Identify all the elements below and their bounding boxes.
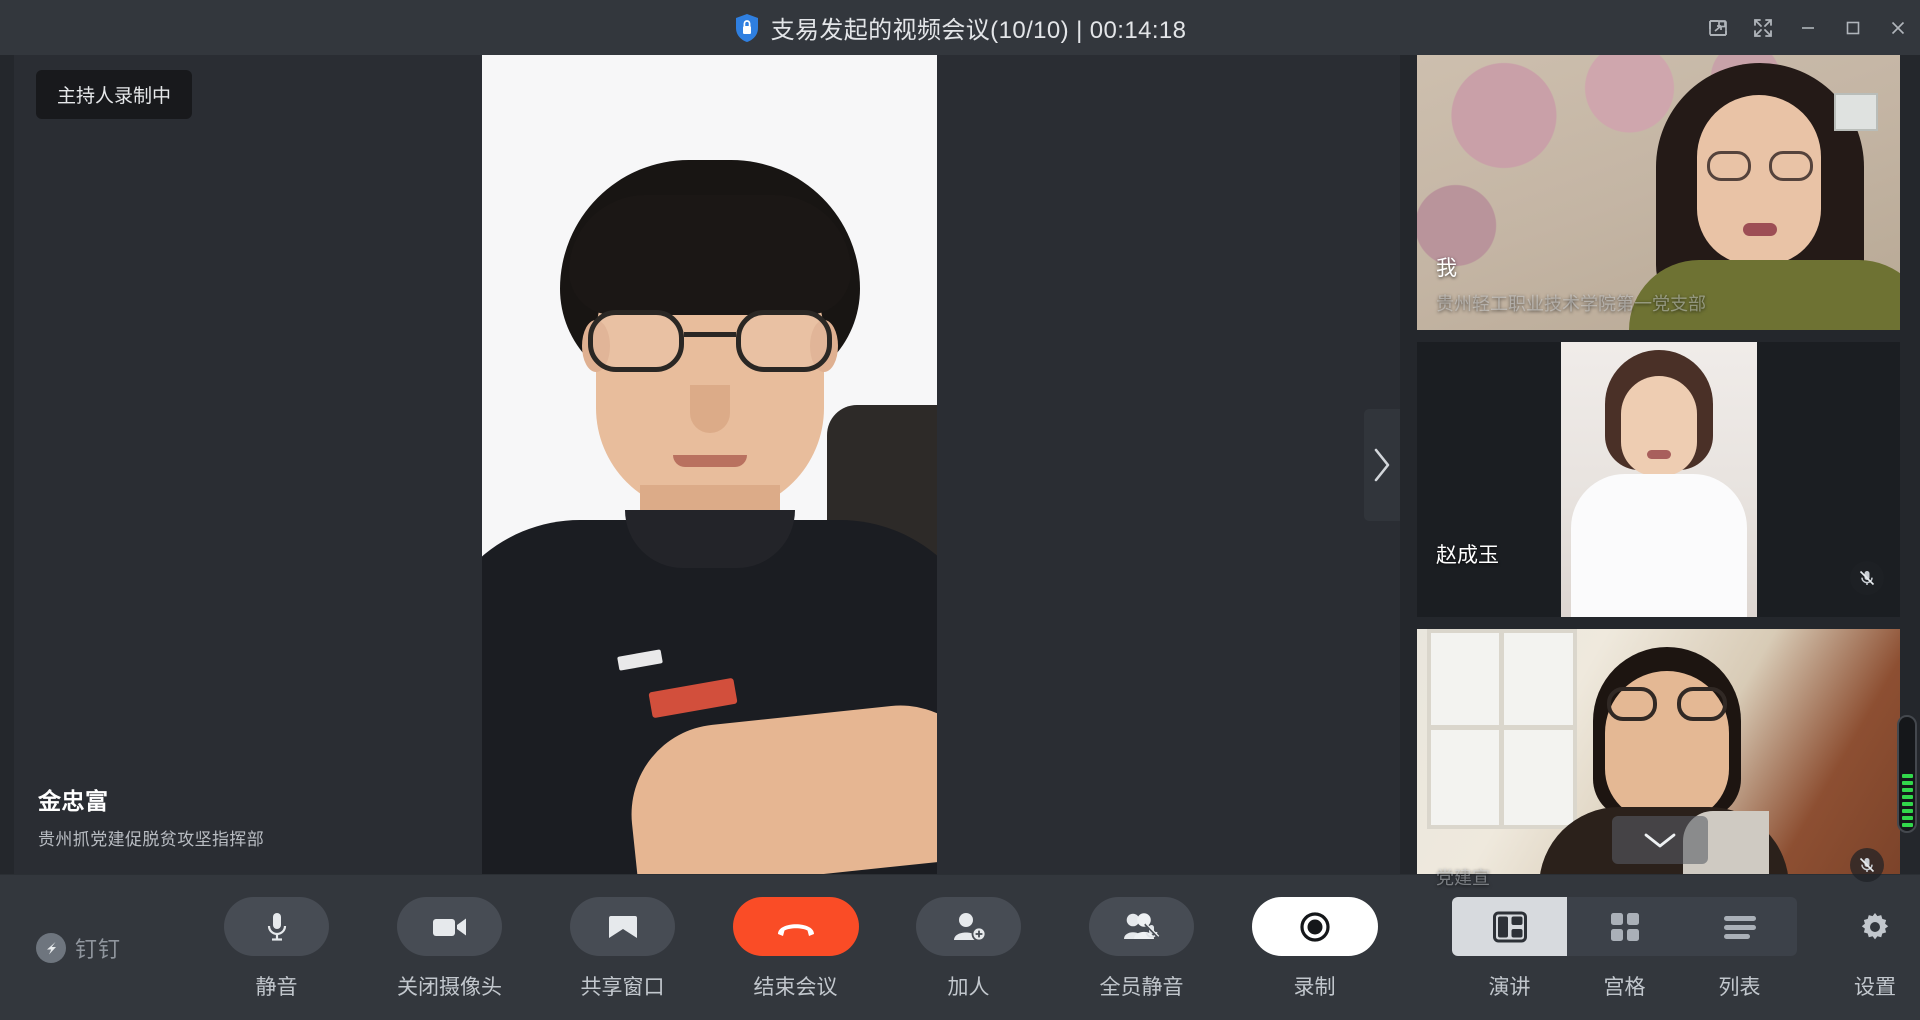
mute-all-icon [1089,897,1194,956]
lock-shield-icon [734,13,760,43]
main-speaker-label: 金忠富 贵州抓党建促脱贫攻坚指挥部 [38,782,264,850]
view-mode-list-label: 列表 [1718,976,1761,999]
hangup-icon [732,897,859,956]
pip-icon[interactable] [1695,0,1740,55]
thumbnail-org: 贵州轻工职业技术学院第一党支部 [1436,294,1706,314]
dingtalk-mark [36,932,66,963]
portrait-fringe [568,195,851,315]
thumb1-video [1560,342,1757,617]
thumb2-window-mullion-v [1499,629,1504,829]
list-view-icon [1682,897,1797,956]
meeting-stage: 主持人录制中 金忠富 贵州抓党建促脱贫攻坚指挥部 我 贵州轻工职业技术学院第一党… [0,55,1920,904]
main-speaker-view[interactable]: 主持人录制中 金忠富 贵州抓党建促脱贫攻坚指挥部 [14,55,1400,874]
add-person-label: 加人 [947,976,990,999]
view-mode-group: 演讲 宫格 列表 [1452,897,1797,1001]
settings-label: 设置 [1854,976,1896,999]
thumb1-coat [1570,474,1747,617]
share-screen-icon [570,897,675,956]
speaker-view-icon [1452,897,1567,956]
record-button[interactable]: 录制 [1228,897,1401,1001]
dingtalk-meeting-window: 支易发起的视频会议(10/10) | 00:14:18 主持人录制中 金忠富 贵… [0,0,1920,1020]
portrait-mouth [672,455,747,467]
mute-label: 静音 [255,976,298,999]
thumb0-wall-frame [1834,93,1878,131]
camera-button[interactable]: 关闭摄像头 [363,897,536,1001]
thumb0-mouth [1742,223,1777,236]
recording-badge: 主持人录制中 [36,70,193,119]
brand-name: 钉钉 [75,936,122,962]
main-speaker-org: 贵州抓党建促脱贫攻坚指挥部 [38,830,265,849]
chevron-right-icon[interactable] [1364,408,1400,521]
mic-off-icon [1850,848,1884,882]
mute-all-button[interactable]: 全员静音 [1055,897,1228,1001]
main-speaker-video [482,55,937,874]
minimize-icon[interactable] [1785,0,1830,55]
mute-button[interactable]: 静音 [190,897,363,1001]
end-meeting-button[interactable]: 结束会议 [709,897,882,1001]
participant-thumbnail-list: 我 贵州轻工职业技术学院第一党支部 赵成玉 党建宣 [1400,55,1920,904]
audio-level-meter [1897,715,1917,833]
close-icon[interactable] [1875,0,1920,55]
toolbar-controls: 静音 关闭摄像头 共享窗口 结束会议 加人 全员静音 录制 [190,897,1401,1001]
camera-label: 关闭摄像头 [397,976,502,999]
window-controls [1695,0,1920,55]
share-screen-button[interactable]: 共享窗口 [536,897,709,1001]
view-mode-grid[interactable]: 宫格 [1567,897,1682,1001]
thumb2-glasses [1606,687,1727,721]
window-title: 支易发起的视频会议(10/10) | 00:14:18 [770,17,1187,44]
portrait-nose [689,385,730,433]
gear-icon [1845,897,1905,956]
view-mode-speaker[interactable]: 演讲 [1452,897,1567,1001]
record-label: 录制 [1293,976,1336,999]
grid-view-icon [1567,897,1682,956]
meeting-toolbar: 钉钉 静音 关闭摄像头 共享窗口 结束会议 加人 全员静音 录制 演讲 宫格 列… [0,874,1920,1020]
thumbnail-name: 我 [1436,257,1457,280]
title-bar: 支易发起的视频会议(10/10) | 00:14:18 [0,0,1920,55]
view-mode-grid-label: 宫格 [1603,976,1646,999]
camera-icon [397,897,502,956]
settings-button[interactable]: 设置 [1820,897,1920,1001]
add-person-icon [916,897,1021,956]
add-person-button[interactable]: 加人 [882,897,1055,1001]
thumbnail-name: 党建宣 [1436,868,1490,888]
view-mode-list[interactable]: 列表 [1682,897,1797,1001]
thumb1-mouth [1646,450,1671,459]
thumbnail-name: 赵成玉 [1436,544,1499,567]
dingtalk-logo-icon: 钉钉 [36,932,121,964]
thumbnail-item[interactable]: 我 贵州轻工职业技术学院第一党支部 [1417,55,1900,330]
title-center-group: 支易发起的视频会议(10/10) | 00:14:18 [0,0,1920,55]
end-meeting-label: 结束会议 [753,976,838,999]
record-icon [1251,897,1378,956]
thumbnail-item[interactable]: 赵成玉 [1417,342,1900,617]
maximize-icon[interactable] [1830,0,1875,55]
chevron-down-icon[interactable] [1612,816,1708,864]
view-mode-speaker-label: 演讲 [1488,976,1531,999]
microphone-icon [224,897,329,956]
thumb1-face [1620,376,1697,476]
mic-off-icon [1850,561,1884,595]
thumb0-glasses [1706,151,1813,181]
mute-all-label: 全员静音 [1099,976,1184,999]
expand-icon[interactable] [1740,0,1785,55]
main-speaker-name: 金忠富 [38,788,109,814]
share-screen-label: 共享窗口 [580,976,665,999]
portrait-glasses [587,310,832,372]
